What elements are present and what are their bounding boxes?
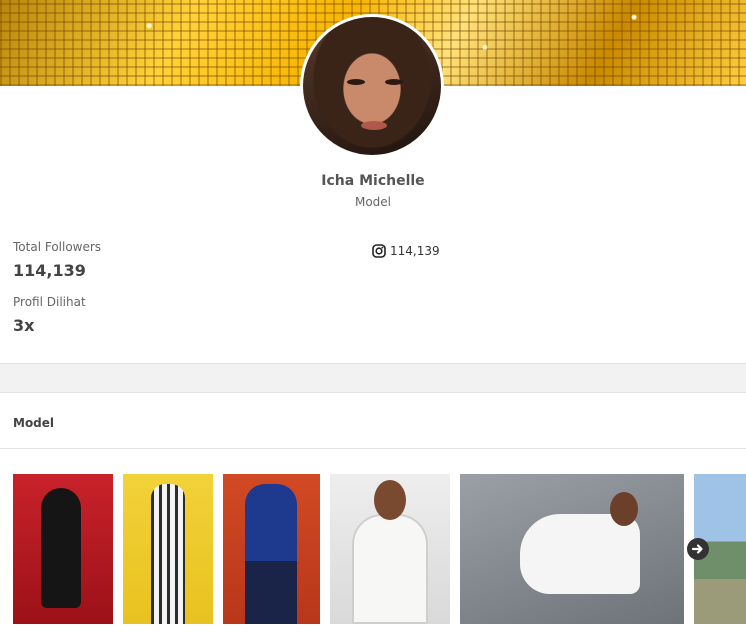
- divider: [0, 448, 746, 449]
- instagram-icon: [372, 244, 386, 258]
- gallery-next-button[interactable]: [687, 538, 709, 560]
- profile-name: Icha Michelle: [321, 173, 425, 189]
- gallery-photo[interactable]: [223, 474, 320, 624]
- instagram-link[interactable]: 114,139: [372, 244, 440, 258]
- profile-role: Model: [354, 195, 392, 209]
- gallery-photo[interactable]: [123, 474, 213, 624]
- followers-label: Total Followers: [13, 240, 102, 254]
- views-value: 3x: [13, 316, 35, 335]
- section-separator: [0, 363, 746, 393]
- views-label: Profil Dilihat: [13, 295, 86, 309]
- arrow-right-icon: [691, 544, 703, 554]
- instagram-count: 114,139: [390, 244, 440, 258]
- followers-value: 114,139: [13, 261, 86, 280]
- gallery-photo[interactable]: [330, 474, 450, 624]
- gallery-section-title: Model: [13, 416, 55, 430]
- gallery-photo[interactable]: [460, 474, 684, 624]
- gallery-photo[interactable]: [13, 474, 113, 624]
- avatar: [300, 14, 444, 158]
